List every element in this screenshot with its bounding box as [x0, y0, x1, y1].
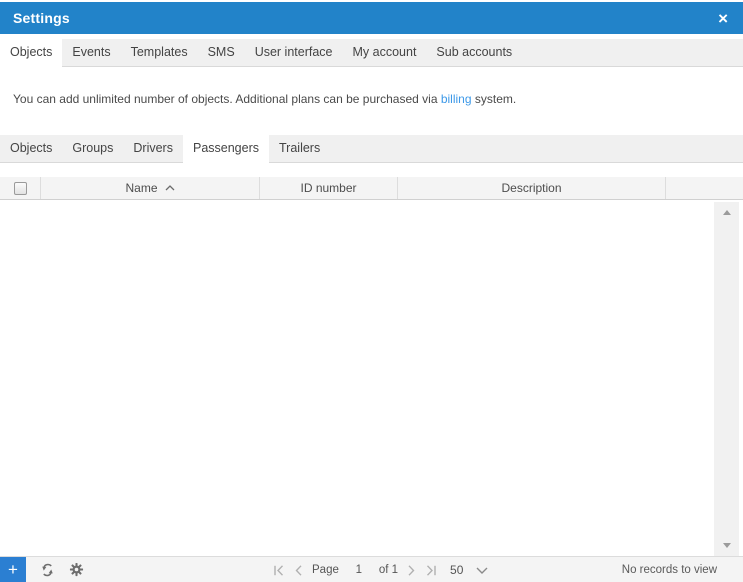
grid-body: [0, 200, 714, 556]
refresh-button[interactable]: [39, 562, 55, 578]
column-label-id-number: ID number: [300, 181, 357, 195]
column-label-name: Name: [125, 181, 158, 195]
column-header-description[interactable]: Description: [398, 177, 666, 199]
tab-bar-filler: [522, 39, 743, 67]
info-text: You can add unlimited number of objects.…: [13, 92, 723, 106]
select-all-cell: [0, 177, 41, 199]
tab-sub-accounts[interactable]: Sub accounts: [426, 39, 523, 67]
plus-icon: +: [8, 559, 18, 579]
records-status-label: No records to view: [621, 563, 717, 576]
subtab-passengers[interactable]: Passengers: [182, 135, 269, 163]
prev-page-button[interactable]: [294, 564, 303, 576]
grid-settings-button[interactable]: [68, 562, 84, 578]
gear-icon: [69, 562, 83, 577]
scroll-down-icon[interactable]: [722, 543, 731, 548]
tab-my-account[interactable]: My account: [342, 39, 427, 67]
tab-sms[interactable]: SMS: [197, 39, 245, 67]
page-count-label: of 1: [378, 564, 399, 576]
subtab-trailers[interactable]: Trailers: [269, 135, 331, 163]
subtab-objects[interactable]: Objects: [0, 135, 63, 163]
refresh-icon: [41, 563, 53, 576]
info-text-after: system.: [471, 92, 517, 106]
close-icon[interactable]: ×: [715, 8, 731, 29]
dialog-title: Settings: [13, 10, 70, 26]
sort-asc-icon: [165, 185, 174, 191]
column-header-empty: [666, 177, 743, 199]
titlebar: Settings ×: [0, 2, 743, 34]
scroll-up-icon[interactable]: [722, 210, 731, 215]
next-page-button[interactable]: [407, 564, 416, 576]
column-header-id-number[interactable]: ID number: [260, 177, 398, 199]
tab-templates[interactable]: Templates: [120, 39, 198, 67]
page-label: Page: [312, 564, 339, 576]
subtab-groups[interactable]: Groups: [62, 135, 124, 163]
main-tab-bar: Objects Events Templates SMS User interf…: [0, 39, 743, 67]
prev-page-icon: [295, 564, 302, 576]
column-label-description: Description: [501, 181, 562, 195]
billing-link[interactable]: billing: [441, 92, 472, 106]
footer-toolbar: + Page 1 of 1 50 No records to view: [0, 556, 743, 582]
sub-tab-bar: Objects Groups Drivers Passengers Traile…: [0, 135, 743, 163]
info-text-before: You can add unlimited number of objects.…: [13, 92, 441, 106]
pager: Page of 1 50: [273, 558, 488, 582]
last-page-button[interactable]: [425, 564, 437, 576]
page-number-input[interactable]: [347, 564, 370, 576]
page-size-value: 50: [450, 563, 464, 577]
grid-header: Name ID number Description: [0, 177, 743, 200]
settings-dialog: Settings × Objects Events Templates SMS …: [0, 0, 743, 582]
tab-user-interface[interactable]: User interface: [244, 39, 343, 67]
last-page-icon: [427, 564, 436, 576]
chevron-down-icon: [476, 567, 488, 574]
first-page-button[interactable]: [273, 564, 285, 576]
subtab-bar-filler: [330, 135, 743, 163]
select-all-checkbox[interactable]: [13, 181, 27, 195]
next-page-icon: [408, 564, 415, 576]
vertical-scrollbar[interactable]: [714, 202, 739, 556]
add-button[interactable]: +: [0, 557, 26, 582]
first-page-icon: [274, 564, 284, 576]
tab-events[interactable]: Events: [62, 39, 121, 67]
column-header-name[interactable]: Name: [41, 177, 260, 199]
tab-objects[interactable]: Objects: [0, 39, 63, 67]
page-size-dropdown[interactable]: 50: [450, 563, 488, 577]
subtab-drivers[interactable]: Drivers: [123, 135, 183, 163]
